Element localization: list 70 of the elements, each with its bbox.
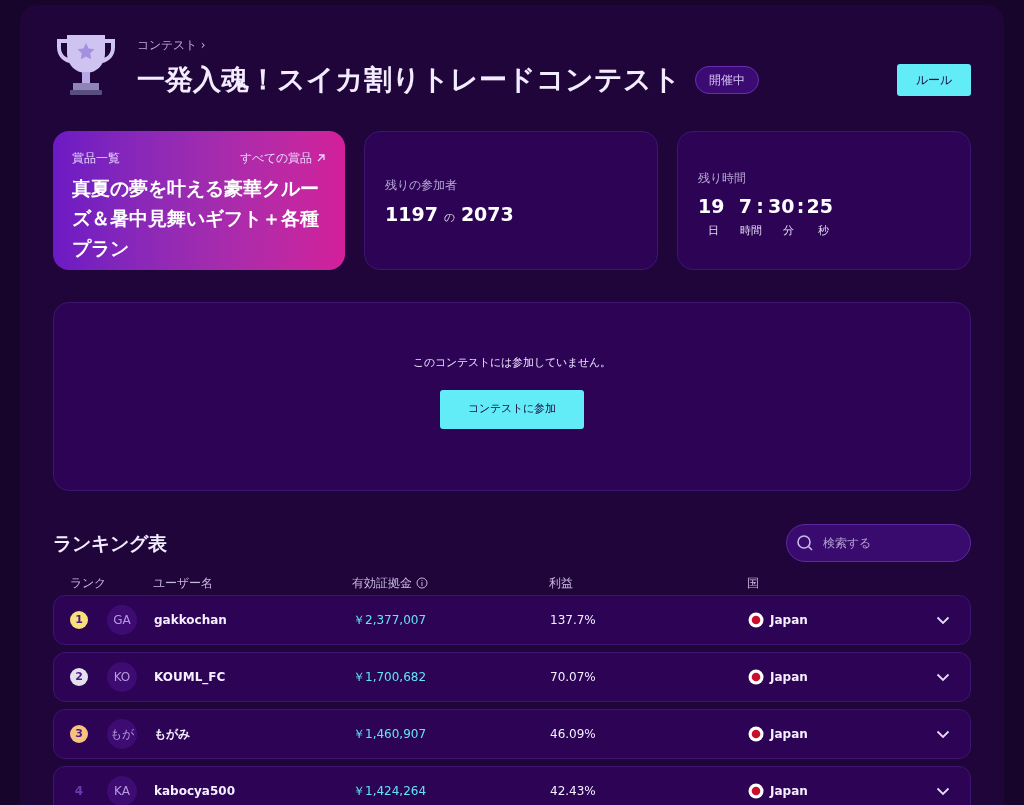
column-header: 有効証拠金 [352,575,412,592]
breadcrumb-link[interactable]: コンテスト › [137,36,897,54]
user-avatar: GA [107,605,137,635]
country-name: Japan [770,669,808,686]
column-header: 国 [747,576,759,590]
ranking-row[interactable]: 4 KA kabocya500 ￥1,424,264 42.43% Japan [53,766,971,805]
rules-button[interactable]: ルール [897,64,971,96]
user-avatar: KO [107,662,137,692]
time-unit: 秒 [816,222,830,239]
hours-value: 7 [738,194,752,219]
join-button[interactable]: コンテストに参加 [440,389,584,429]
equity-value: ￥1,460,907 [353,727,427,741]
column-header: ランク [70,576,106,590]
chevron-down-icon[interactable] [936,786,950,796]
user-name: gakkochan [154,613,227,627]
prize-description: 真夏の夢を叶える豪華クルーズ＆暑中見舞いギフト＋各種プラン [72,176,320,261]
card-label: 賞品一覧 [72,150,120,167]
page-title: 一発入魂！スイカ割りトレードコンテスト [137,62,681,98]
status-badge: 開催中 [695,66,759,94]
participant-total: 2073 [460,202,514,227]
card-label: 残りの参加者 [385,177,458,194]
section-title: ランキング表 [53,530,167,556]
column-header: ユーザー名 [153,576,213,590]
time-unit: 時間 [738,222,763,239]
equity-value: ￥2,377,007 [353,613,427,627]
user-name: KOUML_FC [154,670,226,684]
of-label: の [443,210,455,226]
equity-value: ￥1,424,264 [353,784,427,798]
time-separator: : [755,194,765,219]
flag-icon [748,726,764,742]
participant-count: 1197 [385,202,438,227]
profit-value: 42.43% [550,784,596,798]
info-icon[interactable] [416,577,428,589]
rank-badge: 3 [70,725,88,743]
user-avatar: もが [107,719,137,749]
country-name: Japan [770,783,808,800]
seconds-value: 25 [806,194,833,219]
user-name: kabocya500 [154,784,235,798]
profit-value: 46.09% [550,727,596,741]
user-avatar: KA [107,776,137,805]
time-unit: 分 [781,222,795,239]
country-name: Japan [770,612,808,629]
days-value: 19 [698,194,726,219]
chevron-down-icon[interactable] [936,729,950,739]
not-joined-message: このコンテストには参加していません。 [413,355,611,371]
ranking-row[interactable]: 3 もが もがみ ￥1,460,907 46.09% Japan [53,709,971,759]
flag-icon [748,783,764,799]
all-prizes-link[interactable]: すべての賞品 [240,149,326,167]
profit-value: 70.07% [550,670,596,684]
rank-badge: 1 [70,611,88,629]
flag-icon [748,612,764,628]
time-separator: : [795,194,806,219]
minutes-value: 30 [768,194,795,219]
flag-icon [748,669,764,685]
ranking-row[interactable]: 1 GA gakkochan ￥2,377,007 137.7% Japan [53,595,971,645]
arrow-icon [316,153,326,163]
profit-value: 137.7% [550,613,596,627]
search-icon [796,534,814,552]
time-unit: 日 [706,222,720,239]
ranking-row[interactable]: 2 KO KOUML_FC ￥1,700,682 70.07% Japan [53,652,971,702]
rank-badge: 2 [70,668,88,686]
search-field[interactable]: 検索する [786,524,971,562]
user-name: もがみ [154,727,190,741]
column-header: 利益 [549,576,573,590]
chevron-down-icon[interactable] [936,615,950,625]
chevron-down-icon[interactable] [936,672,950,682]
card-label: 残り時間 [698,170,747,187]
equity-value: ￥1,700,682 [353,670,427,684]
country-name: Japan [770,726,808,743]
rank-number: 4 [73,783,85,800]
